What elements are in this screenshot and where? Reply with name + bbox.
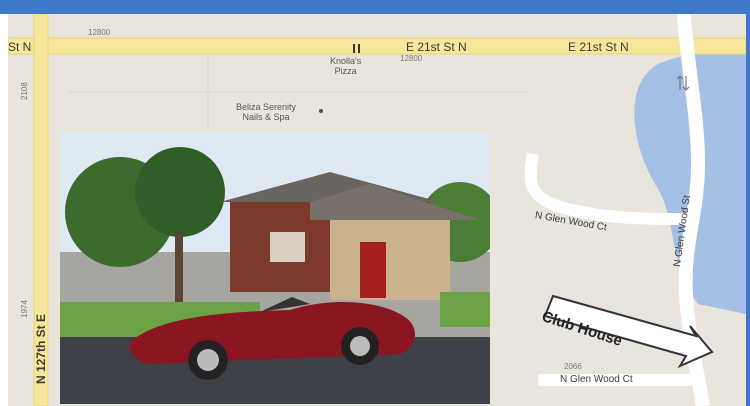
map-canvas[interactable]: St N E 21st St N E 21st St N N 127th St … bbox=[8, 14, 746, 406]
poi-label: Beliza Serenity bbox=[236, 102, 297, 112]
address-number: 12800 bbox=[88, 28, 111, 37]
poi-label: Knolla's bbox=[330, 56, 362, 66]
frame-top-bar bbox=[0, 0, 750, 14]
road-e-21st-st bbox=[8, 37, 746, 55]
street-label-glen-wood-ct-lower: N Glen Wood Ct bbox=[560, 374, 633, 385]
frame-right-bar bbox=[746, 0, 750, 406]
address-number: 2066 bbox=[564, 362, 582, 371]
address-number: 12800 bbox=[400, 54, 423, 63]
map-frame: St N E 21st St N E 21st St N N 127th St … bbox=[0, 0, 750, 406]
address-number: 1974 bbox=[20, 300, 29, 318]
address-number: 2108 bbox=[20, 82, 29, 100]
street-label-top-left: St N bbox=[8, 40, 32, 54]
poi-beliza-serenity[interactable]: Beliza Serenity Nails & Spa bbox=[236, 102, 296, 122]
poi-knollas-pizza[interactable]: Knolla's Pizza bbox=[330, 56, 361, 76]
poi-label: Nails & Spa bbox=[242, 112, 290, 122]
poi-dot-icon bbox=[319, 109, 323, 113]
poi-label: Pizza bbox=[334, 66, 357, 76]
street-label-127th: N 127th St E bbox=[34, 313, 48, 384]
club-house-photo bbox=[60, 132, 490, 404]
street-label-e21st-right: E 21st St N bbox=[568, 40, 629, 54]
street-label-e21st-middle: E 21st St N bbox=[406, 40, 467, 54]
